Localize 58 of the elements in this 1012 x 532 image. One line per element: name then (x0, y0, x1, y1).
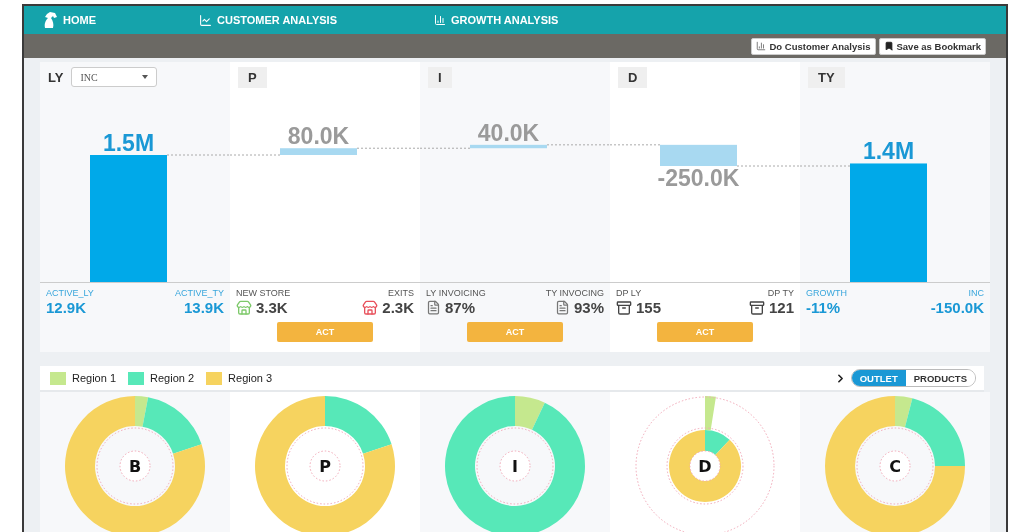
metric-value: 121 (768, 299, 794, 316)
metric-label: NEW STORE (236, 288, 291, 299)
bookmark-icon (883, 41, 894, 51)
metric-label: TY INVOCING (545, 288, 604, 299)
value-label: 80.0K (287, 123, 350, 150)
metric-label: DP TY (767, 288, 794, 299)
category-label: I (428, 66, 452, 88)
metric-value: -150.0K (930, 299, 984, 316)
metric-label: LY INVOICING (426, 288, 486, 299)
metric-value: 87% (445, 299, 476, 316)
metric-label: DP LY (616, 288, 642, 299)
act-button[interactable]: ACT (277, 322, 373, 342)
act-button[interactable]: ACT (657, 322, 753, 342)
metric-label: ACTIVE_LY (46, 288, 94, 299)
bar-chart-icon (756, 41, 767, 51)
metric-value: 3.3K (256, 299, 288, 316)
category-label: P (238, 66, 267, 88)
document-icon (426, 300, 441, 315)
measure-dropdown[interactable]: INC (71, 67, 158, 87)
value-label: -250.0K (657, 165, 740, 191)
nav-link[interactable]: CUSTOMER ANALYSIS (199, 13, 434, 27)
donut-label: C (889, 457, 901, 476)
line-chart-icon (199, 13, 212, 27)
category-label: LY (48, 69, 64, 85)
metric-value: 2.3K (382, 299, 414, 316)
donut-label: B (128, 457, 142, 476)
horse-head-icon (42, 11, 58, 29)
donut-label: P (319, 457, 331, 476)
document-icon (554, 300, 570, 315)
metric-value: -11% (806, 299, 841, 316)
toolbar-button[interactable]: Save as Bookmark (878, 37, 986, 55)
donut-label: D (698, 457, 712, 476)
metric-value: 93% (573, 299, 604, 316)
nav-link[interactable]: GROWTH ANALYSIS (434, 14, 669, 26)
value-label: 1.5M (102, 130, 155, 156)
legend-label: Region 1 (72, 372, 117, 384)
metric-label: EXITS (388, 288, 414, 299)
nav-link[interactable]: HOME (42, 11, 199, 29)
archive-icon (616, 299, 632, 316)
caret-icon (142, 75, 149, 79)
donut-label: I (512, 457, 518, 476)
metric-value: 13.9K (183, 299, 224, 316)
value-label: 1.4M (862, 138, 915, 165)
legend-label: Region 3 (228, 372, 273, 384)
category-label: TY (808, 66, 845, 88)
bar-chart-icon (434, 14, 446, 26)
metric-value: 155 (636, 299, 662, 316)
category-label: D (618, 66, 648, 88)
toolbar-button[interactable]: Do Customer Analysis (751, 37, 876, 55)
legend-label: Region 2 (150, 372, 195, 384)
archive-icon (748, 299, 765, 316)
toggle-option[interactable]: OUTLET (851, 370, 906, 386)
metric-label: GROWTH (806, 288, 847, 299)
act-button[interactable]: ACT (467, 322, 563, 342)
metric-label: ACTIVE_TY (175, 288, 224, 299)
value-label: 40.0K (477, 119, 540, 146)
metric-label: INC (968, 288, 984, 299)
metric-value: 12.9K (46, 299, 87, 316)
